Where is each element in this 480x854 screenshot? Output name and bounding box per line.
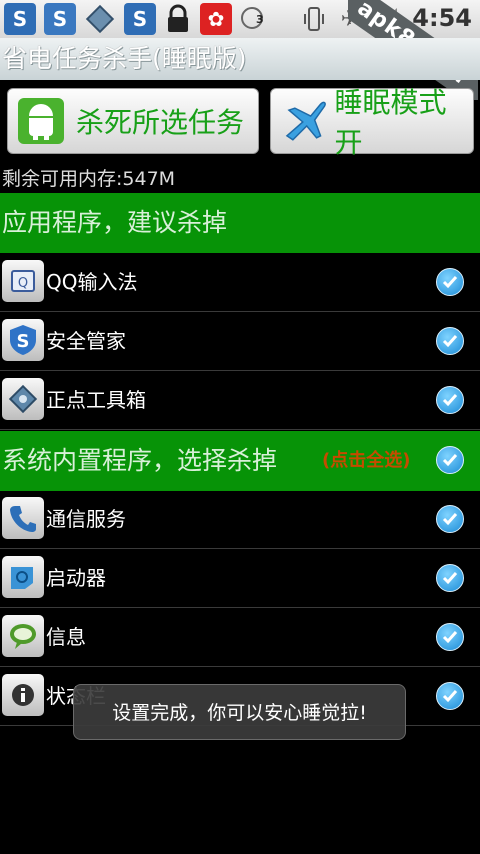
select-all-checkbox[interactable] [436,446,464,474]
kill-selected-button[interactable]: 杀死所选任务 [7,88,259,154]
security-check-icon: S [4,3,36,35]
apps-group-title: 应用程序，建议杀掉 [2,208,228,237]
sleep-mode-button[interactable]: 睡眠模式开 [270,86,474,159]
security-shield-icon: S [2,319,44,361]
airplane-icon: ✈ [340,6,360,32]
list-item[interactable]: 信息 [0,608,480,667]
kill-selected-label: 杀死所选任务 [76,106,245,139]
qq-input-icon: Q [2,260,44,302]
app-name: QQ输入法 [46,270,138,294]
statusbar-icon [2,674,44,716]
checkbox-checked[interactable] [436,505,464,533]
app-name: 启动器 [46,566,106,590]
app-title: 省电任务杀手(睡眠版) [0,38,480,80]
phone-icon [2,497,44,539]
list-item[interactable]: Q QQ输入法 [0,253,480,312]
app-name: 通信服务 [46,507,126,531]
list-item[interactable]: 通信服务 [0,490,480,549]
list-item[interactable]: S 安全管家 [0,312,480,371]
checkbox-checked[interactable] [436,327,464,355]
app-name: 正点工具箱 [46,388,146,412]
signal-security-icon: S [124,3,156,35]
select-all-link[interactable]: (点击全选) [322,431,410,491]
airplane-icon [285,101,326,141]
status-bar: S S S ✿ 3 ✈ 4:54 apk8.com [0,0,480,100]
toolbox-status-icon [84,3,116,35]
action-bar: 杀死所选任务 睡眠模式开 [0,84,480,160]
toolbox-icon [2,378,44,420]
list-item[interactable]: 正点工具箱 [0,371,480,430]
svg-text:S: S [17,331,30,352]
checkbox-checked[interactable] [436,564,464,592]
sd-card-icon: S [44,3,76,35]
system-group-title: 系统内置程序，选择杀掉 [2,446,278,475]
list-item[interactable]: 启动器 [0,549,480,608]
clock: 4:54 [412,4,472,32]
svg-text:Q: Q [18,276,28,291]
fox-app-icon: ✿ [200,3,232,35]
android-icon [18,98,64,144]
app-name: 信息 [46,625,86,649]
checkbox-checked[interactable] [436,268,464,296]
message-icon [2,615,44,657]
toast-message: 设置完成，你可以安心睡觉拉! [73,684,406,740]
sleep-mode-label: 睡眠模式开 [334,86,447,159]
app-name: 安全管家 [46,329,126,353]
launcher-icon [2,556,44,598]
system-group-header[interactable]: 系统内置程序，选择杀掉 (点击全选) [0,431,480,491]
apps-group-header: 应用程序，建议杀掉 [0,193,480,253]
vibrate-icon [298,3,330,35]
chat-notification-icon: 3 [238,3,270,35]
lock-icon [162,3,194,35]
checkbox-checked[interactable] [436,623,464,651]
checkbox-checked[interactable] [436,386,464,414]
notification-count: 3 [256,13,264,26]
signal-icon [370,3,402,35]
checkbox-checked[interactable] [436,682,464,710]
free-memory: 剩余可用内存:547M [2,168,176,190]
